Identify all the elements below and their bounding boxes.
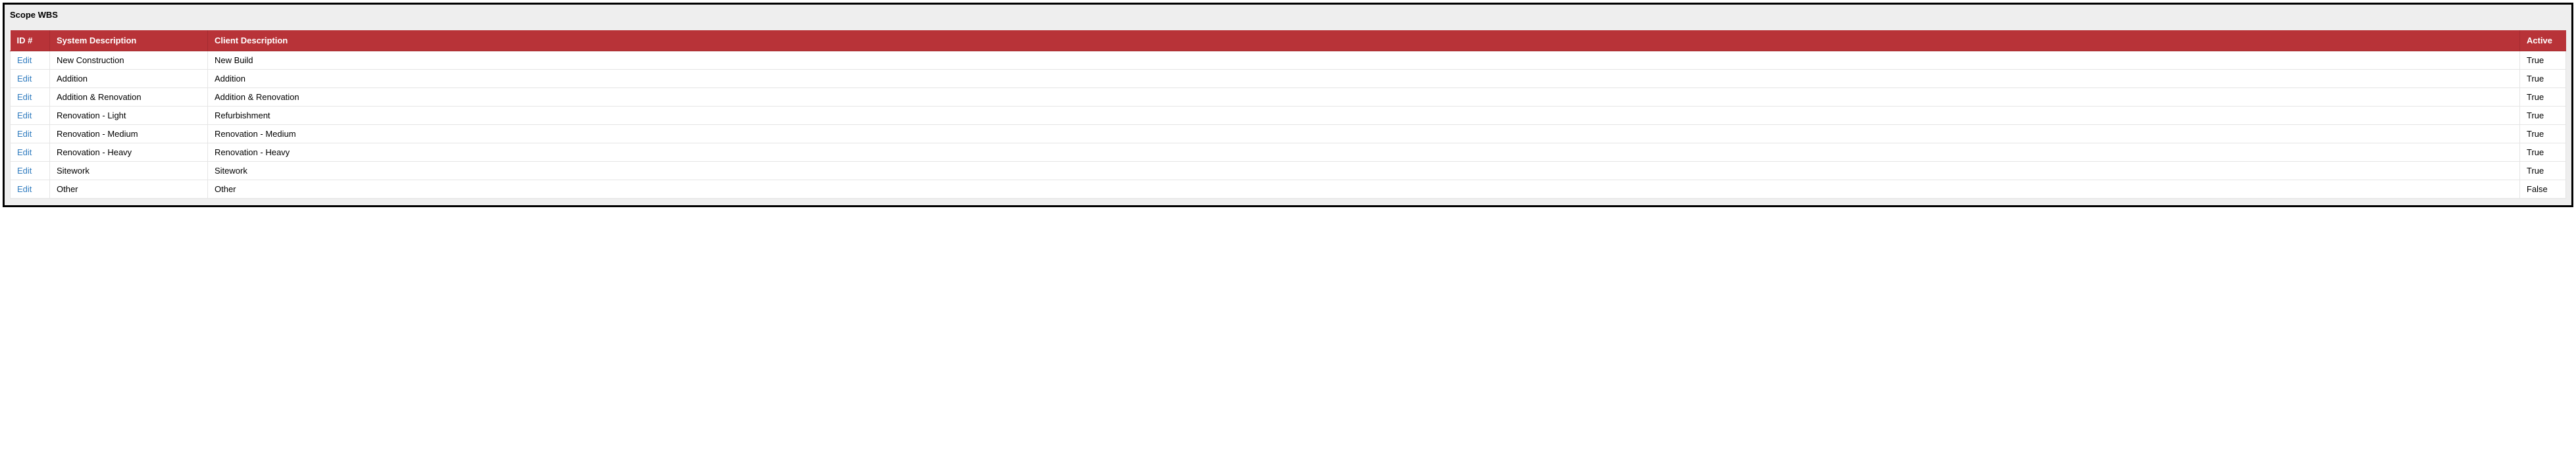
- cell-client-description: Renovation - Medium: [208, 125, 2520, 143]
- table-row: EditOtherOtherFalse: [11, 180, 2566, 199]
- cell-active: True: [2520, 125, 2566, 143]
- cell-active: True: [2520, 88, 2566, 107]
- cell-system-description: Other: [50, 180, 208, 199]
- edit-link[interactable]: Edit: [17, 110, 32, 120]
- cell-system-description: Addition & Renovation: [50, 88, 208, 107]
- table-header-row: ID # System Description Client Descripti…: [11, 30, 2566, 51]
- cell-active: True: [2520, 51, 2566, 70]
- header-active: Active: [2520, 30, 2566, 51]
- cell-system-description: Renovation - Heavy: [50, 143, 208, 162]
- panel-title: Scope WBS: [10, 10, 2566, 20]
- header-system: System Description: [50, 30, 208, 51]
- cell-client-description: Other: [208, 180, 2520, 199]
- cell-active: True: [2520, 143, 2566, 162]
- edit-link[interactable]: Edit: [17, 184, 32, 194]
- header-client: Client Description: [208, 30, 2520, 51]
- cell-edit: Edit: [11, 125, 50, 143]
- cell-edit: Edit: [11, 107, 50, 125]
- edit-link[interactable]: Edit: [17, 147, 32, 157]
- cell-system-description: Renovation - Light: [50, 107, 208, 125]
- cell-client-description: Renovation - Heavy: [208, 143, 2520, 162]
- cell-client-description: Sitework: [208, 162, 2520, 180]
- cell-client-description: Refurbishment: [208, 107, 2520, 125]
- cell-client-description: Addition: [208, 70, 2520, 88]
- table-row: Edit Renovation - MediumRenovation - Medi…: [11, 125, 2566, 143]
- cell-system-description: Sitework: [50, 162, 208, 180]
- table-row: EditAdditionAdditionTrue: [11, 70, 2566, 88]
- edit-link[interactable]: Edit: [17, 166, 32, 176]
- scope-wbs-panel: Scope WBS ID # System Description Client…: [3, 3, 2573, 207]
- table-row: Edit Renovation - HeavyRenovation - Heavy…: [11, 143, 2566, 162]
- cell-edit: Edit: [11, 162, 50, 180]
- cell-system-description: New Construction: [50, 51, 208, 70]
- cell-active: True: [2520, 70, 2566, 88]
- cell-active: False: [2520, 180, 2566, 199]
- cell-active: True: [2520, 162, 2566, 180]
- edit-link[interactable]: Edit: [17, 74, 32, 84]
- scope-wbs-table: ID # System Description Client Descripti…: [10, 30, 2566, 199]
- cell-edit: Edit: [11, 88, 50, 107]
- cell-system-description: Renovation - Medium: [50, 125, 208, 143]
- cell-client-description: New Build: [208, 51, 2520, 70]
- table-row: EditSiteworkSiteworkTrue: [11, 162, 2566, 180]
- cell-system-description: Addition: [50, 70, 208, 88]
- table-row: Edit New ConstructionNew BuildTrue: [11, 51, 2566, 70]
- cell-edit: Edit: [11, 51, 50, 70]
- cell-client-description: Addition & Renovation: [208, 88, 2520, 107]
- edit-link[interactable]: Edit: [17, 92, 32, 102]
- header-id: ID #: [11, 30, 50, 51]
- cell-edit: Edit: [11, 180, 50, 199]
- edit-link[interactable]: Edit: [17, 129, 32, 139]
- cell-active: True: [2520, 107, 2566, 125]
- cell-edit: Edit: [11, 70, 50, 88]
- table-row: Edit Addition & RenovationAddition & Reno…: [11, 88, 2566, 107]
- cell-edit: Edit: [11, 143, 50, 162]
- table-row: Edit Renovation - LightRefurbishmentTrue: [11, 107, 2566, 125]
- edit-link[interactable]: Edit: [17, 55, 32, 65]
